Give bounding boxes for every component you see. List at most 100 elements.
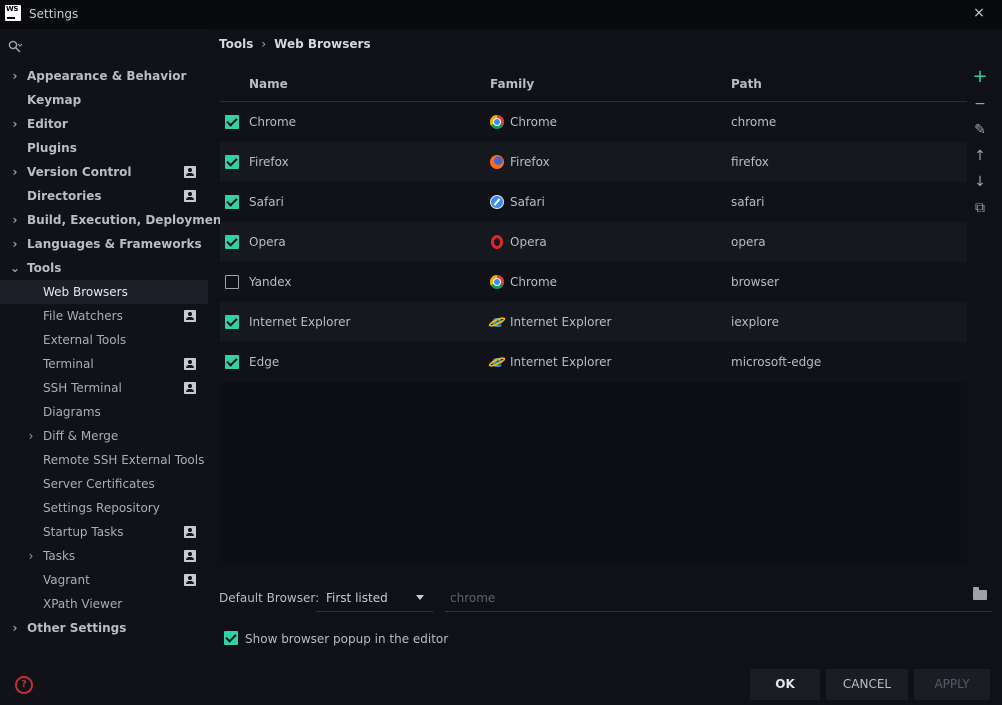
folder-icon[interactable] bbox=[973, 587, 987, 600]
chevron-right-icon[interactable]: › bbox=[10, 64, 20, 88]
table-row[interactable]: Yandex Chrome browser bbox=[220, 262, 967, 302]
webstorm-logo-icon: WS bbox=[5, 5, 21, 21]
show-popup-label[interactable]: Show browser popup in the editor bbox=[245, 632, 448, 646]
sidebar-item-vagrant[interactable]: Vagrant bbox=[0, 568, 208, 592]
sidebar-item-external-tools[interactable]: External Tools bbox=[0, 328, 208, 352]
chevron-right-icon[interactable]: › bbox=[10, 208, 20, 232]
firefox-icon bbox=[490, 155, 504, 169]
browser-path-cell: chrome bbox=[731, 115, 777, 129]
browser-active-checkbox[interactable] bbox=[225, 275, 239, 289]
sidebar-item-ssh-terminal[interactable]: SSH Terminal bbox=[0, 376, 208, 400]
sidebar-item-startup-tasks[interactable]: Startup Tasks bbox=[0, 520, 208, 544]
browser-active-checkbox[interactable] bbox=[225, 355, 239, 369]
column-header-family[interactable]: Family bbox=[490, 77, 534, 91]
sidebar-item-xpath-viewer[interactable]: XPath Viewer bbox=[0, 592, 208, 616]
window-title: Settings bbox=[29, 7, 79, 21]
chevron-down-icon bbox=[416, 595, 424, 600]
move-down-icon[interactable]: ↓ bbox=[972, 174, 988, 190]
breadcrumb-parent[interactable]: Tools bbox=[219, 37, 253, 51]
chevron-right-icon[interactable]: › bbox=[10, 232, 20, 256]
cancel-button[interactable]: CANCEL bbox=[826, 669, 908, 700]
chevron-right-icon[interactable]: › bbox=[10, 160, 20, 184]
sidebar-item-label: SSH Terminal bbox=[43, 381, 122, 395]
search-icon bbox=[8, 40, 22, 53]
browser-active-checkbox[interactable] bbox=[225, 195, 239, 209]
sidebar-item-version-control[interactable]: › Version Control bbox=[0, 160, 208, 184]
sidebar-item-keymap[interactable]: Keymap bbox=[0, 88, 208, 112]
help-icon[interactable]: ? bbox=[15, 676, 33, 694]
table-row[interactable]: Chrome Chrome chrome bbox=[220, 102, 967, 142]
sidebar-item-label: External Tools bbox=[43, 333, 127, 347]
project-level-icon bbox=[184, 526, 196, 538]
browser-active-checkbox[interactable] bbox=[225, 115, 239, 129]
sidebar-item-label: Plugins bbox=[27, 141, 77, 155]
sidebar-item-editor[interactable]: › Editor bbox=[0, 112, 208, 136]
table-row[interactable]: Internet Explorer e Internet Explorer iexpl… bbox=[220, 302, 967, 342]
sidebar-item-diff-merge[interactable]: › Diff & Merge bbox=[0, 424, 208, 448]
browser-active-checkbox[interactable] bbox=[225, 235, 239, 249]
project-level-icon bbox=[184, 310, 196, 322]
chevron-right-icon[interactable]: › bbox=[10, 616, 20, 640]
chevron-down-icon[interactable]: ⌄ bbox=[10, 256, 20, 280]
browser-family-cell: Safari bbox=[510, 195, 545, 209]
sidebar-item-label: Keymap bbox=[27, 93, 82, 107]
table-row[interactable]: Safari Safari safari bbox=[220, 182, 967, 222]
search-field[interactable] bbox=[0, 37, 208, 55]
chevron-right-icon[interactable]: › bbox=[10, 112, 20, 136]
copy-icon[interactable]: ⧉ bbox=[972, 200, 988, 216]
edit-icon[interactable]: ✎ bbox=[972, 122, 988, 138]
close-icon[interactable]: × bbox=[970, 4, 988, 22]
project-level-icon bbox=[184, 550, 196, 562]
add-icon[interactable]: + bbox=[972, 68, 988, 86]
browser-family-cell: Firefox bbox=[510, 155, 550, 169]
sidebar-item-settings-repository[interactable]: Settings Repository bbox=[0, 496, 208, 520]
sidebar-item-tasks[interactable]: › Tasks bbox=[0, 544, 208, 568]
browser-name-cell: Safari bbox=[249, 195, 284, 209]
sidebar-item-appearance-behavior[interactable]: › Appearance & Behavior bbox=[0, 64, 208, 88]
sidebar-item-label: File Watchers bbox=[43, 309, 123, 323]
default-browser-label: Default Browser: bbox=[219, 591, 320, 605]
browser-path-input[interactable]: chrome bbox=[445, 586, 992, 612]
table-row[interactable]: Firefox Firefox firefox bbox=[220, 142, 967, 182]
chevron-right-icon[interactable]: › bbox=[26, 544, 36, 568]
sidebar-item-other-settings[interactable]: › Other Settings bbox=[0, 616, 208, 640]
sidebar-item-label: Terminal bbox=[43, 357, 94, 371]
sidebar-item-languages-frameworks[interactable]: › Languages & Frameworks bbox=[0, 232, 208, 256]
browser-path-cell: opera bbox=[731, 235, 766, 249]
remove-icon[interactable]: − bbox=[972, 96, 988, 112]
sidebar-item-directories[interactable]: Directories bbox=[0, 184, 208, 208]
move-up-icon[interactable]: ↑ bbox=[972, 148, 988, 164]
sidebar-item-build-execution-deployment[interactable]: › Build, Execution, Deployment bbox=[0, 208, 228, 232]
breadcrumb-separator: › bbox=[261, 37, 267, 51]
sidebar-item-label: Build, Execution, Deployment bbox=[27, 213, 228, 227]
ok-button[interactable]: OK bbox=[750, 669, 820, 700]
browser-family-cell: Internet Explorer bbox=[510, 355, 612, 369]
default-browser-value: First listed bbox=[326, 591, 388, 605]
sidebar-item-label: Languages & Frameworks bbox=[27, 237, 202, 251]
sidebar-item-file-watchers[interactable]: File Watchers bbox=[0, 304, 208, 328]
table-header: Name Family Path bbox=[220, 67, 967, 102]
sidebar-item-diagrams[interactable]: Diagrams bbox=[0, 400, 208, 424]
sidebar-item-label: Diff & Merge bbox=[43, 429, 119, 443]
browser-family-cell: Internet Explorer bbox=[510, 315, 612, 329]
column-header-name[interactable]: Name bbox=[249, 77, 288, 91]
sidebar-item-remote-ssh-external-tools[interactable]: Remote SSH External Tools bbox=[0, 448, 208, 472]
sidebar-item-web-browsers[interactable]: Web Browsers bbox=[0, 280, 208, 304]
sidebar-item-tools[interactable]: ⌄ Tools bbox=[0, 256, 208, 280]
sidebar-item-server-certificates[interactable]: Server Certificates bbox=[0, 472, 208, 496]
show-popup-checkbox[interactable] bbox=[224, 631, 238, 645]
column-header-path[interactable]: Path bbox=[731, 77, 762, 91]
browser-active-checkbox[interactable] bbox=[225, 155, 239, 169]
project-level-icon bbox=[184, 190, 196, 202]
apply-button[interactable]: APPLY bbox=[914, 669, 990, 700]
table-row[interactable]: Edge e Internet Explorer microsoft-edge bbox=[220, 342, 967, 382]
browser-name-cell: Opera bbox=[249, 235, 286, 249]
ie-icon: e bbox=[491, 352, 503, 371]
sidebar-item-terminal[interactable]: Terminal bbox=[0, 352, 208, 376]
table-row[interactable]: Opera Opera opera bbox=[220, 222, 967, 262]
browser-active-checkbox[interactable] bbox=[225, 315, 239, 329]
chevron-right-icon[interactable]: › bbox=[26, 424, 36, 448]
sidebar-item-plugins[interactable]: Plugins bbox=[0, 136, 208, 160]
default-browser-select[interactable]: First listed bbox=[316, 586, 433, 612]
sidebar-item-label: Directories bbox=[27, 189, 102, 203]
